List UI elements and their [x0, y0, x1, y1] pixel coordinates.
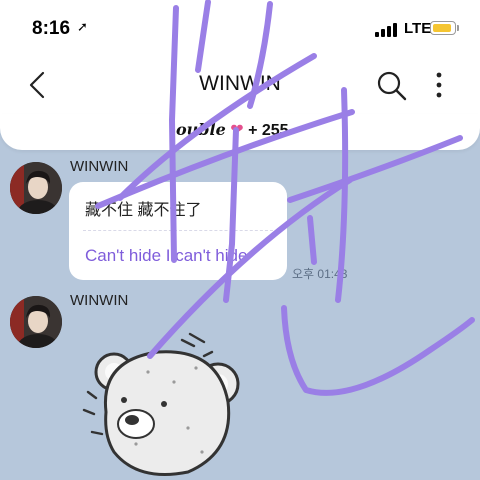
- more-vertical-icon[interactable]: [427, 70, 451, 100]
- heart-icon: ❤: [230, 122, 244, 139]
- avatar[interactable]: [10, 296, 62, 348]
- status-bar: 8:16 ➚ LTE: [0, 0, 480, 56]
- banner-name: ouble: [176, 120, 226, 139]
- signal-strength-icon: [375, 23, 401, 37]
- message-bubble[interactable]: 藏不住 藏不住了 Can't hide I can't hide: [69, 182, 287, 280]
- network-type: LTE: [404, 20, 432, 37]
- sender-name: WINWIN: [70, 158, 129, 175]
- battery-icon: [430, 21, 456, 35]
- message-text: 藏不住 藏不住了: [85, 202, 202, 219]
- avatar[interactable]: [10, 162, 62, 214]
- bubble-divider: [83, 230, 273, 231]
- battery-tip: [457, 25, 459, 31]
- translation-text: Can't hide I can't hide: [85, 246, 248, 265]
- search-icon[interactable]: [376, 70, 408, 102]
- chat-header: WINWIN: [0, 56, 480, 114]
- message-time: 오후 01:43: [292, 267, 348, 281]
- banner-content: ouble ❤ + 255: [176, 120, 289, 140]
- banner-count: + 255: [248, 122, 289, 139]
- bubble-subscription-banner[interactable]: ouble ❤ + 255: [0, 114, 480, 150]
- status-time: 8:16: [32, 18, 71, 39]
- chat-title: WINWIN: [199, 72, 281, 95]
- sender-name: WINWIN: [70, 292, 129, 309]
- location-arrow-icon: ➚: [77, 19, 88, 34]
- bear-sticker[interactable]: [78, 332, 258, 480]
